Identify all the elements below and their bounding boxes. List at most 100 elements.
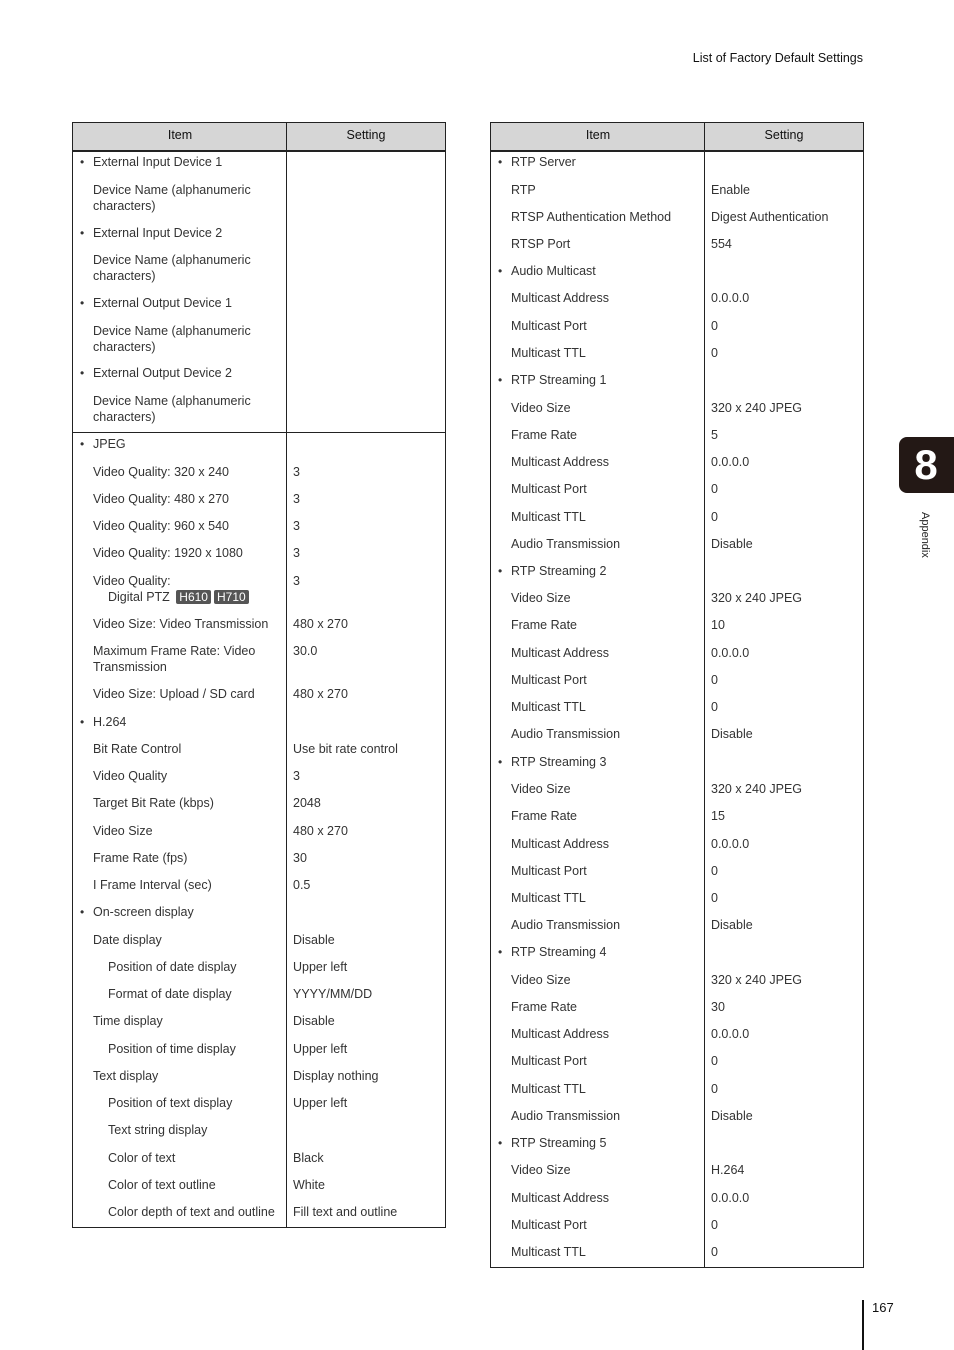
item-label: Video Size <box>511 1163 571 1177</box>
setting-value: 30.0 <box>293 644 318 658</box>
item-label: Multicast Port <box>511 864 587 878</box>
item-label: Video Quality: 320 x 240 <box>93 465 229 479</box>
item-label: Audio Transmission <box>511 1109 621 1123</box>
setting-value: Disable <box>293 1014 335 1028</box>
bullet-icon: • <box>498 755 503 769</box>
item-label: Video Size <box>511 401 571 415</box>
page-number: 167 <box>872 1300 894 1315</box>
item-label: Target Bit Rate (kbps) <box>93 796 214 810</box>
item-label: Device Name (alphanumeric characters) <box>93 183 251 213</box>
setting-value: 0.0.0.0 <box>711 455 750 469</box>
item-label: I Frame Interval (sec) <box>93 878 212 892</box>
item-label: Multicast TTL <box>511 346 586 360</box>
item-label: Multicast TTL <box>511 1082 586 1096</box>
table-header: Item Setting <box>491 123 863 152</box>
setting-value: Disable <box>711 727 753 741</box>
setting-value: 480 x 270 <box>293 824 348 838</box>
item-label: Video Quality <box>93 769 168 783</box>
item-label: RTP Streaming 5 <box>511 1136 607 1150</box>
item-label: Multicast Address <box>511 291 609 305</box>
item-label: Video Quality: 480 x 270 <box>93 492 229 506</box>
item-label: Multicast Address <box>511 1191 609 1205</box>
setting-value: 0.0.0.0 <box>711 1191 750 1205</box>
setting-value: 2048 <box>293 796 321 810</box>
bullet-icon: • <box>80 155 85 169</box>
item-label: Text display <box>93 1069 159 1083</box>
section-divider <box>73 432 445 433</box>
column-header-setting: Setting <box>764 128 804 142</box>
item-label: Frame Rate <box>511 809 577 823</box>
setting-value: Disable <box>293 933 335 947</box>
item-label: External Input Device 1 <box>93 155 223 169</box>
setting-value: H.264 <box>711 1163 745 1177</box>
setting-value: 0 <box>711 510 718 524</box>
item-label: External Input Device 2 <box>93 226 223 240</box>
item-label: RTP Streaming 1 <box>511 373 607 387</box>
item-label: RTP Streaming 2 <box>511 564 607 578</box>
item-label: RTP Streaming 3 <box>511 755 607 769</box>
column-divider <box>286 123 287 1227</box>
item-label: On-screen display <box>93 905 194 919</box>
column-header-setting: Setting <box>346 128 386 142</box>
setting-value: 15 <box>711 809 725 823</box>
model-badge: H610 <box>176 590 211 604</box>
item-label: Color depth of text and outline <box>108 1205 275 1219</box>
item-label: Bit Rate Control <box>93 742 182 756</box>
item-label: Time display <box>93 1014 163 1028</box>
item-label: Audio Multicast <box>511 264 596 278</box>
item-label: Color of text outline <box>108 1178 216 1192</box>
left-settings-table: Item Setting • External Input Device 1 Dev… <box>72 122 446 1228</box>
setting-value: Fill text and outline <box>293 1205 398 1219</box>
item-label: Format of date display <box>108 987 232 1001</box>
setting-value: 320 x 240 JPEG <box>711 401 803 415</box>
setting-value: 0.0.0.0 <box>711 1027 750 1041</box>
setting-value: 0 <box>711 891 718 905</box>
item-label: Position of time display <box>108 1042 236 1056</box>
item-label: Audio Transmission <box>511 727 621 741</box>
setting-value: Disable <box>711 1109 753 1123</box>
setting-value: Digest Authentication <box>711 210 829 224</box>
column-header-item: Item <box>585 128 611 142</box>
item-label: JPEG <box>93 437 126 451</box>
item-label: Multicast Address <box>511 1027 609 1041</box>
setting-value: 30 <box>711 1000 725 1014</box>
setting-value: Upper left <box>293 1096 348 1110</box>
item-label: Multicast Address <box>511 837 609 851</box>
item-label: Video Size: Upload / SD card <box>93 687 255 701</box>
item-label: Multicast Port <box>511 319 587 333</box>
table-header: Item Setting <box>73 123 445 152</box>
setting-value: Disable <box>711 537 753 551</box>
setting-value: Use bit rate control <box>293 742 398 756</box>
bullet-icon: • <box>80 226 85 240</box>
setting-value: 0.0.0.0 <box>711 291 750 305</box>
item-label: Audio Transmission <box>511 537 621 551</box>
setting-value: 0 <box>711 864 718 878</box>
item-label: Multicast TTL <box>511 510 586 524</box>
item-label: External Output Device 2 <box>93 366 232 380</box>
bullet-icon: • <box>498 945 503 959</box>
item-label: Video Quality: 960 x 540 <box>93 519 229 533</box>
setting-value: 0.0.0.0 <box>711 646 750 660</box>
item-label: Frame Rate <box>511 428 577 442</box>
item-label: RTP Server <box>511 155 576 169</box>
item-label: Multicast Address <box>511 455 609 469</box>
bullet-icon: • <box>498 373 503 387</box>
setting-value: Black <box>293 1151 324 1165</box>
setting-value: 3 <box>293 574 300 588</box>
item-label: Multicast TTL <box>511 700 586 714</box>
bullet-icon: • <box>80 296 85 310</box>
column-header-item: Item <box>167 128 193 142</box>
item-label: Device Name (alphanumeric characters) <box>93 394 251 424</box>
setting-value: 0.0.0.0 <box>711 837 750 851</box>
setting-value: 3 <box>293 546 300 560</box>
setting-value: 3 <box>293 519 300 533</box>
item-label: RTSP Port <box>511 237 571 251</box>
footer-rule <box>862 1300 864 1350</box>
setting-value: 0 <box>711 673 718 687</box>
setting-value: 0 <box>711 1054 718 1068</box>
item-label: Date display <box>93 933 162 947</box>
setting-value: 10 <box>711 618 725 632</box>
item-label: Multicast TTL <box>511 891 586 905</box>
setting-value: 480 x 270 <box>293 687 348 701</box>
column-divider <box>704 123 705 1267</box>
